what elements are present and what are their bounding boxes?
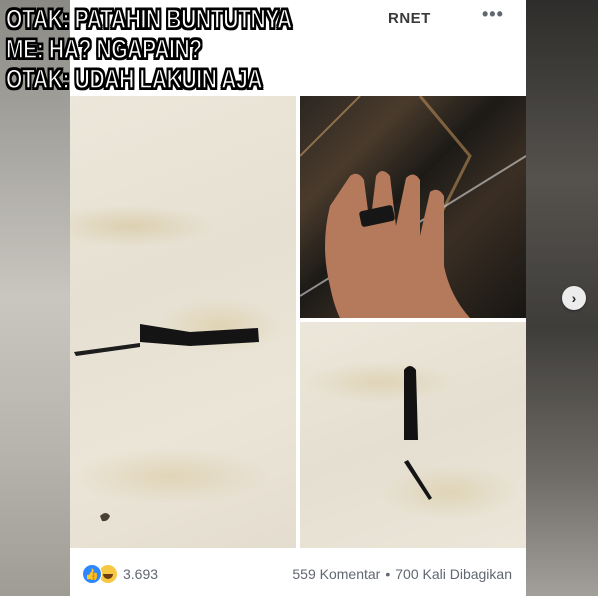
meme-caption-line-2: ME: HA? NGAPAIN? xyxy=(5,33,202,64)
post-footer: 👍 3.693 559 Komentar • 700 Kali Dibagikan xyxy=(70,548,526,596)
hand-illustration xyxy=(300,96,526,318)
engagement-stats: 559 Komentar • 700 Kali Dibagikan xyxy=(292,566,512,582)
chevron-right-icon: › xyxy=(571,290,577,306)
stats-separator: • xyxy=(385,566,391,582)
photo-pen-cap-and-tail xyxy=(300,322,526,548)
meme-caption-line-1: OTAK: PATAHIN BUNTUTNYA xyxy=(5,3,292,34)
meme-caption-line-3: OTAK: UDAH LAKUIN AJA xyxy=(5,63,263,94)
meme-caption: OTAK: PATAHIN BUNTUTNYA ME: HA? NGAPAIN?… xyxy=(5,3,386,94)
cap-illustration xyxy=(404,366,432,500)
post-source-name: RNET xyxy=(388,10,431,27)
more-horizontal-icon[interactable]: ••• xyxy=(482,4,504,25)
pen-illustration xyxy=(74,324,259,522)
share-count-link[interactable]: 700 Kali Dibagikan xyxy=(395,566,512,582)
reaction-summary[interactable]: 👍 3.693 xyxy=(82,564,158,584)
comment-count-link[interactable]: 559 Komentar xyxy=(292,566,380,582)
reaction-count: 3.693 xyxy=(123,566,159,582)
instagram-post-viewer: RNET ••• 👍 3.693 559 Komentar • 700 Kali… xyxy=(0,0,598,596)
photo-pen-ring-on-finger xyxy=(300,96,526,318)
like-icon: 👍 xyxy=(82,564,102,584)
carousel-next-button[interactable]: › xyxy=(562,286,586,310)
photo-broken-pen xyxy=(70,96,296,548)
